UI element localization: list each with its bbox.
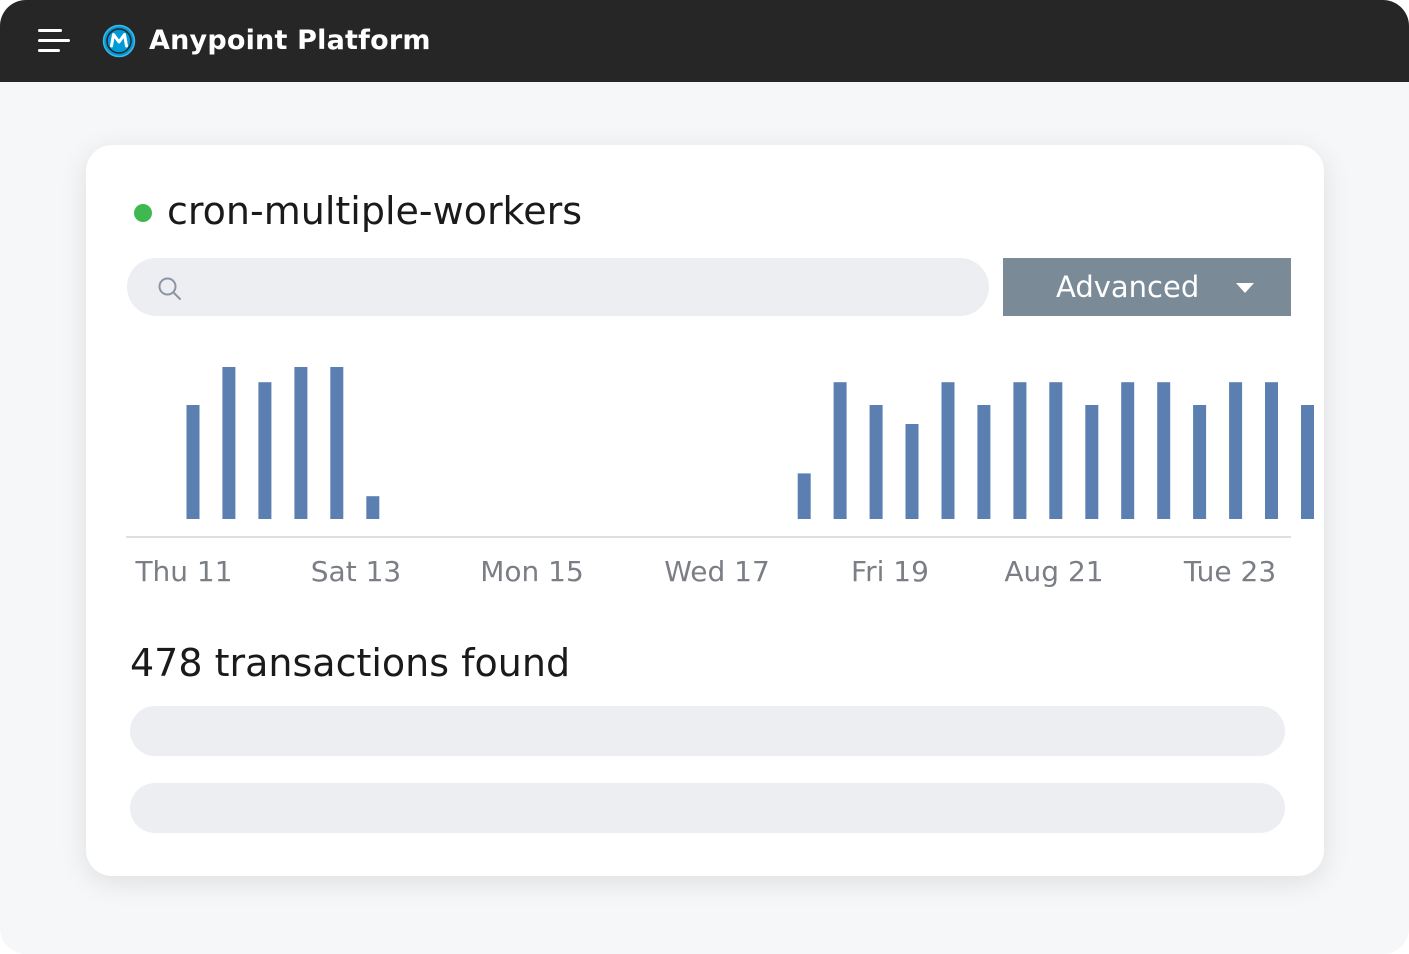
chart-bar: [941, 382, 955, 519]
chart-bar: [258, 382, 272, 519]
transactions-bar-chart: Thu 11 Sat 13 Mon 15 Wed 17 Fri 19 Aug 21 Tue …: [126, 367, 1314, 588]
chart-bar: [1157, 382, 1171, 519]
transaction-row-placeholder: [130, 783, 1285, 833]
top-bar: Anypoint Platform: [0, 0, 1409, 82]
hamburger-menu-icon[interactable]: [38, 27, 70, 55]
chart-bar: [797, 473, 811, 519]
transactions-count: 478 transactions found: [130, 641, 571, 685]
application-name: cron-multiple-workers: [167, 189, 583, 233]
chart-bar: [1301, 405, 1314, 519]
chart-bar: [1013, 382, 1027, 519]
x-tick-label: Mon 15: [480, 555, 584, 588]
x-tick-label: Aug 21: [1004, 555, 1103, 588]
chart-bar: [1193, 405, 1207, 519]
chart-bar: [1265, 382, 1278, 519]
chart-bar: [1121, 382, 1135, 519]
chart-bar: [222, 367, 236, 519]
chart-bar: [833, 382, 847, 519]
transaction-row-placeholder: [130, 706, 1285, 756]
x-tick-label: Thu 11: [134, 555, 232, 588]
status-indicator: [134, 204, 152, 222]
chart-bar: [977, 405, 991, 519]
mulesoft-logo-icon: [102, 24, 136, 58]
chart-bar: [294, 367, 308, 519]
chart-bar: [1049, 382, 1063, 519]
search-bar[interactable]: [127, 258, 989, 318]
chart-bar: [366, 496, 380, 519]
x-tick-label: Tue 23: [1183, 555, 1276, 588]
application-card: cron-multiple-workers Advanced Thu 11 Sat…: [86, 145, 1324, 876]
search-icon: [158, 277, 181, 300]
chart-bar: [330, 367, 344, 519]
advanced-filter-button[interactable]: Advanced: [1003, 258, 1291, 316]
chart-bar: [1229, 382, 1243, 519]
chart-bar: [1085, 405, 1099, 519]
app-title: Anypoint Platform: [149, 25, 431, 56]
chart-bar: [905, 424, 919, 519]
x-tick-label: Fri 19: [851, 555, 929, 588]
chart-bar: [869, 405, 883, 519]
search-input[interactable]: [199, 258, 963, 318]
chart-bar: [186, 405, 200, 519]
advanced-filter-label: Advanced: [1056, 270, 1200, 304]
x-tick-label: Wed 17: [664, 555, 770, 588]
app-window: Anypoint Platform cron-multiple-workers …: [0, 0, 1409, 954]
chevron-down-icon: [1236, 283, 1254, 293]
x-tick-label: Sat 13: [311, 555, 401, 588]
